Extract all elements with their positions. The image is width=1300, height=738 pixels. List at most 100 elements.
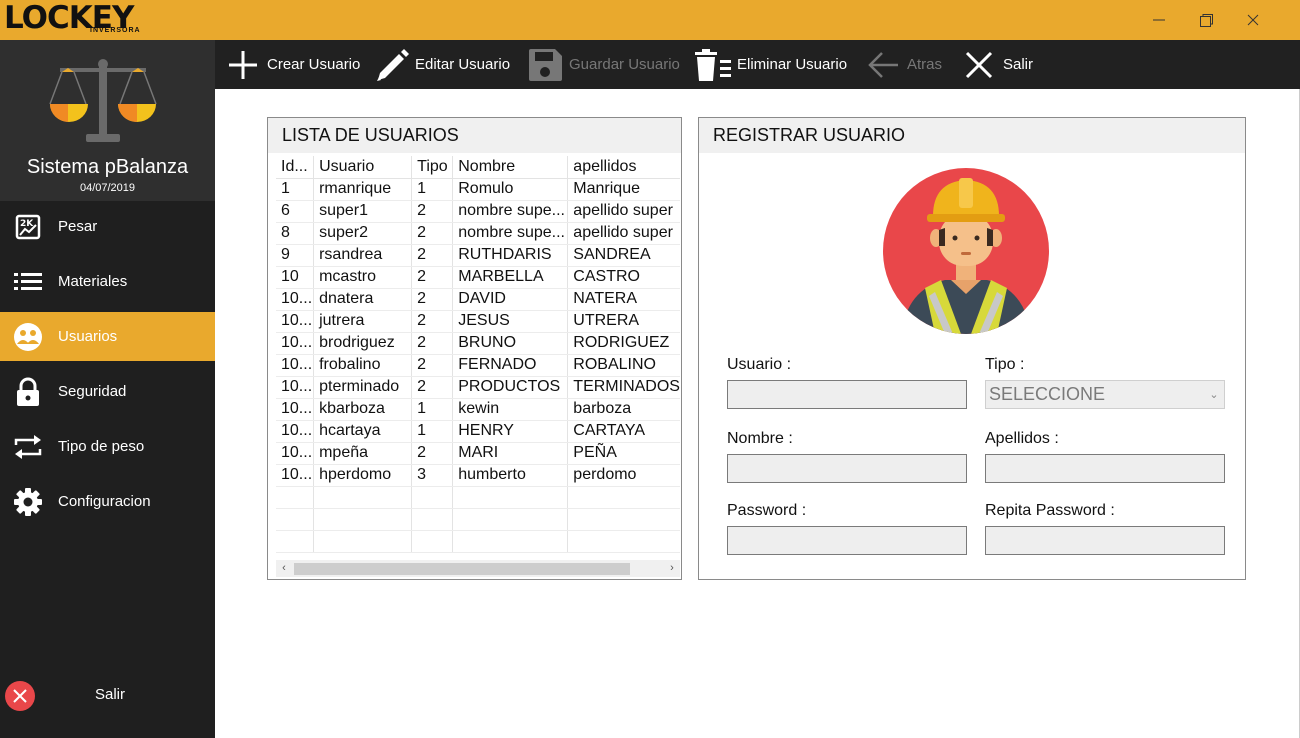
usuario-input[interactable] (727, 380, 967, 409)
app-window: LOCKEY INVERSORA Sistema pBalanza 04/07/… (0, 0, 1300, 738)
atras-button[interactable]: Atras (863, 40, 942, 89)
minimize-icon (1153, 19, 1165, 21)
cell-apellidos: UTRERA (567, 310, 680, 333)
minimize-button[interactable] (1144, 6, 1174, 34)
gear-icon (6, 487, 50, 517)
sidebar-item-pesar[interactable]: 2K Pesar (0, 202, 215, 251)
cell-id: 10... (276, 288, 314, 311)
table-row[interactable]: 10... jutrera 2 JESUS UTRERA (276, 310, 680, 333)
balance-scale-icon (49, 59, 157, 142)
horizontal-scrollbar[interactable]: ‹ › (276, 560, 680, 577)
tipo-label: Tipo : (985, 356, 1025, 373)
password-input[interactable] (727, 526, 967, 555)
column-header-usuario[interactable]: Usuario (313, 156, 412, 179)
save-icon (525, 45, 565, 85)
repita-password-input[interactable] (985, 526, 1225, 555)
sidebar-item-configuracion[interactable]: Configuracion (0, 477, 215, 526)
sidebar: Sistema pBalanza 04/07/2019 2K Pesar Mat… (0, 40, 215, 738)
cell-tipo: 2 (411, 288, 453, 311)
sidebar-item-materiales[interactable]: Materiales (0, 257, 215, 306)
table-row[interactable]: 10... dnatera 2 DAVID NATERA (276, 288, 680, 311)
table-row[interactable]: 10... brodriguez 2 BRUNO RODRIGUEZ (276, 332, 680, 355)
scale-chart-icon: 2K (6, 212, 50, 242)
empty-cell (411, 530, 453, 553)
password-label: Password : (727, 502, 807, 519)
eliminar-usuario-button[interactable]: Eliminar Usuario (693, 40, 847, 89)
cell-usuario: rmanrique (313, 178, 412, 201)
column-header-nombre[interactable]: Nombre (452, 156, 568, 179)
cell-usuario: pterminado (313, 376, 412, 399)
register-user-panel: REGISTRAR USUARIO Usuario: Tipo: SELEC… (698, 117, 1246, 580)
column-header-tipo[interactable]: Tipo (411, 156, 453, 179)
cell-tipo: 2 (411, 244, 453, 267)
atras-label: Atras (907, 56, 943, 73)
salir-button[interactable]: Salir (959, 40, 1033, 89)
close-window-button[interactable] (1238, 6, 1268, 34)
cell-apellidos: PEÑA (567, 442, 680, 465)
sidebar-item-label: Materiales (58, 273, 128, 290)
empty-table-row (276, 508, 680, 531)
sidebar-item-tipo-de-peso[interactable]: Tipo de peso (0, 422, 215, 471)
eliminar-usuario-label: Eliminar Usuario (737, 56, 848, 73)
cell-apellidos: ROBALINO (567, 354, 680, 377)
table-row[interactable]: 8 super2 2 nombre supe... apellido super (276, 222, 680, 245)
user-table: Id... Usuario Tipo Nombre apellidos 1 rma… (276, 156, 680, 553)
cell-nombre: Romulo (452, 178, 568, 201)
guardar-usuario-button[interactable]: Guardar Usuario (525, 40, 680, 89)
cell-usuario: jutrera (313, 310, 412, 333)
empty-cell (452, 530, 568, 553)
table-row[interactable]: 10... hcartaya 1 HENRY CARTAYA (276, 420, 680, 443)
cell-apellidos: apellido super (567, 200, 680, 223)
cell-tipo: 3 (411, 464, 453, 487)
cell-usuario: dnatera (313, 288, 412, 311)
table-row[interactable]: 10 mcastro 2 MARBELLA CASTRO (276, 266, 680, 289)
sidebar-item-usuarios[interactable]: Usuarios (0, 312, 215, 361)
cell-nombre: kewin (452, 398, 568, 421)
cell-id: 10... (276, 376, 314, 399)
crear-usuario-button[interactable]: Crear Usuario (223, 40, 360, 89)
scroll-left-icon[interactable]: ‹ (276, 560, 292, 577)
cell-nombre: DAVID (452, 288, 568, 311)
cell-id: 8 (276, 222, 314, 245)
column-header-id[interactable]: Id... (276, 156, 314, 179)
user-list-title: LISTA DE USUARIOS (268, 118, 681, 153)
table-row[interactable]: 10... pterminado 2 PRODUCTOS TERMINADOS (276, 376, 680, 399)
editar-usuario-button[interactable]: Editar Usuario (371, 40, 510, 89)
cell-apellidos: perdomo (567, 464, 680, 487)
tipo-select[interactable]: SELECCIONE ⌄ (985, 380, 1225, 409)
close-icon (1247, 14, 1259, 26)
apellidos-label: Apellidos : (985, 430, 1059, 447)
scroll-right-icon[interactable]: › (664, 560, 680, 577)
cell-id: 9 (276, 244, 314, 267)
empty-cell (452, 486, 568, 509)
nombre-label: Nombre : (727, 430, 793, 447)
cell-usuario: mcastro (313, 266, 412, 289)
empty-cell (567, 508, 680, 531)
table-row[interactable]: 9 rsandrea 2 RUTHDARIS SANDREA (276, 244, 680, 267)
maximize-button[interactable] (1191, 6, 1221, 34)
scrollbar-thumb[interactable] (294, 563, 630, 575)
cell-id: 10... (276, 354, 314, 377)
cell-usuario: frobalino (313, 354, 412, 377)
table-row[interactable]: 10... frobalino 2 FERNADO ROBALINO (276, 354, 680, 377)
empty-cell (567, 486, 680, 509)
table-row[interactable]: 1 rmanrique 1 Romulo Manrique (276, 178, 680, 201)
sidebar-exit-button[interactable]: Salir (0, 670, 215, 720)
nombre-input[interactable] (727, 454, 967, 483)
cell-usuario: mpeña (313, 442, 412, 465)
column-header-apellidos[interactable]: apellidos (567, 156, 680, 179)
lock-icon (6, 377, 50, 407)
table-row[interactable]: 10... hperdomo 3 humberto perdomo (276, 464, 680, 487)
table-row[interactable]: 10... kbarboza 1 kewin barboza (276, 398, 680, 421)
table-row[interactable]: 6 super1 2 nombre supe... apellido super (276, 200, 680, 223)
sidebar-item-label: Pesar (58, 218, 98, 235)
cell-tipo: 2 (411, 332, 453, 355)
table-row[interactable]: 10... mpeña 2 MARI PEÑA (276, 442, 680, 465)
sidebar-item-seguridad[interactable]: Seguridad (0, 367, 215, 416)
apellidos-input[interactable] (985, 454, 1225, 483)
current-date: 04/07/2019 (79, 182, 136, 194)
cell-nombre: FERNADO (452, 354, 568, 377)
cell-id: 1 (276, 178, 314, 201)
cell-id: 6 (276, 200, 314, 223)
cell-nombre: MARI (452, 442, 568, 465)
